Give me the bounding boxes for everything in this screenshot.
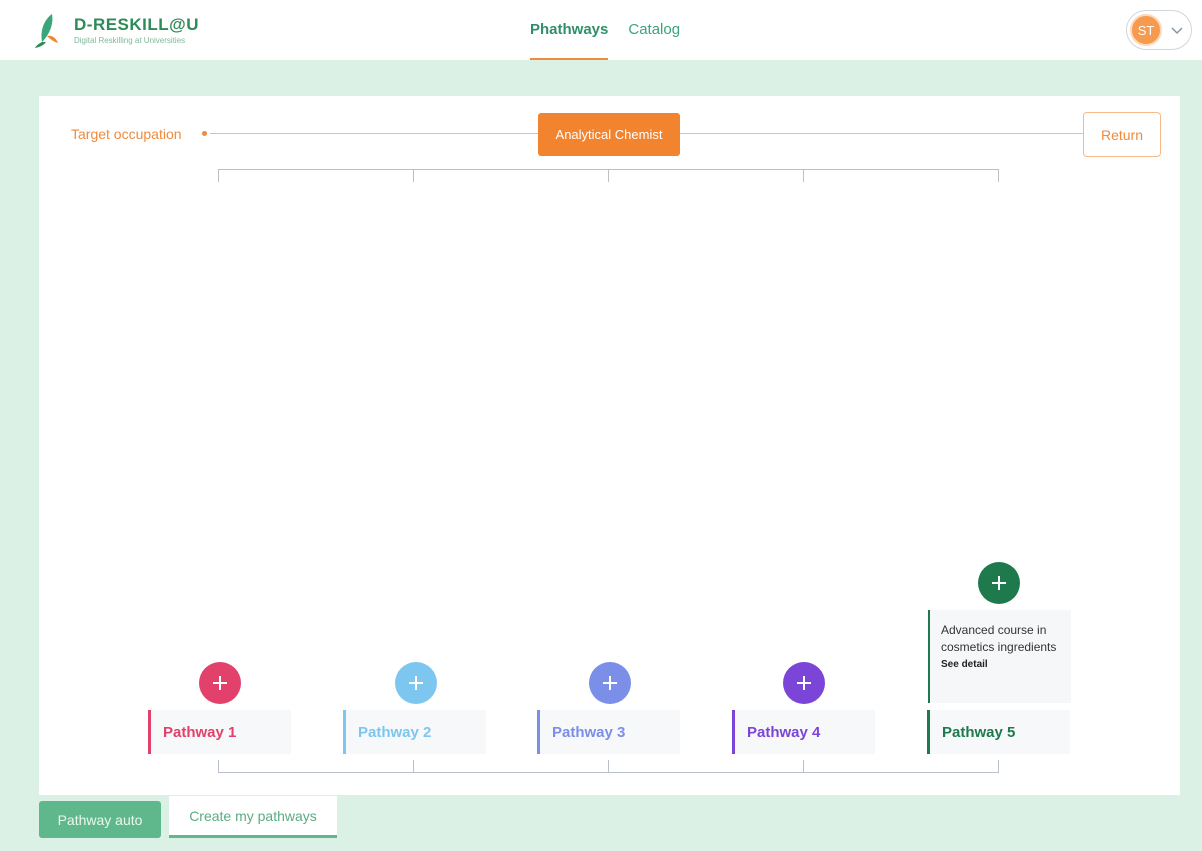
bottom-bracket (218, 760, 999, 773)
add-course-button-pathway-2[interactable] (395, 662, 437, 704)
leaf-logo-icon (34, 12, 60, 48)
top-header: D-RESKILL@U Digital Reskilling at Univer… (0, 0, 1202, 60)
pathway-3[interactable]: Pathway 3 (537, 710, 680, 754)
add-course-button-pathway-1[interactable] (199, 662, 241, 704)
plus-icon (409, 676, 423, 690)
target-line-dot (202, 131, 207, 136)
add-course-button-pathway-5[interactable] (978, 562, 1020, 604)
see-detail-link[interactable]: See detail (941, 659, 1061, 670)
pathway-5[interactable]: Pathway 5 (927, 710, 1070, 754)
tab-create-my-pathways[interactable]: Create my pathways (169, 796, 337, 838)
target-occupation-label: Target occupation (71, 126, 182, 142)
nav-catalog[interactable]: Catalog (618, 0, 690, 60)
main-nav: Phathways Catalog (520, 0, 690, 60)
add-course-button-pathway-4[interactable] (783, 662, 825, 704)
chevron-down-icon (1171, 27, 1183, 35)
plus-icon (213, 676, 227, 690)
logo-subtitle: Digital Reskilling at Universities (74, 36, 186, 45)
avatar: ST (1130, 14, 1162, 46)
top-bracket (218, 169, 999, 182)
nav-pathways[interactable]: Phathways (520, 0, 618, 60)
pathway-2[interactable]: Pathway 2 (343, 710, 486, 754)
plus-icon (992, 576, 1006, 590)
add-course-button-pathway-3[interactable] (589, 662, 631, 704)
course-title: Advanced course in cosmetics ingredients (941, 623, 1057, 654)
tab-pathway-auto[interactable]: Pathway auto (39, 801, 161, 838)
pathway-4[interactable]: Pathway 4 (732, 710, 875, 754)
return-button[interactable]: Return (1083, 112, 1161, 157)
course-card[interactable]: Advanced course in cosmetics ingredients… (928, 610, 1071, 703)
user-menu[interactable]: ST (1126, 10, 1192, 50)
occupation-button[interactable]: Analytical Chemist (538, 113, 680, 156)
pathway-1[interactable]: Pathway 1 (148, 710, 291, 754)
plus-icon (797, 676, 811, 690)
plus-icon (603, 676, 617, 690)
logo[interactable]: D-RESKILL@U Digital Reskilling at Univer… (34, 12, 199, 48)
logo-title: D-RESKILL@U (74, 15, 200, 34)
